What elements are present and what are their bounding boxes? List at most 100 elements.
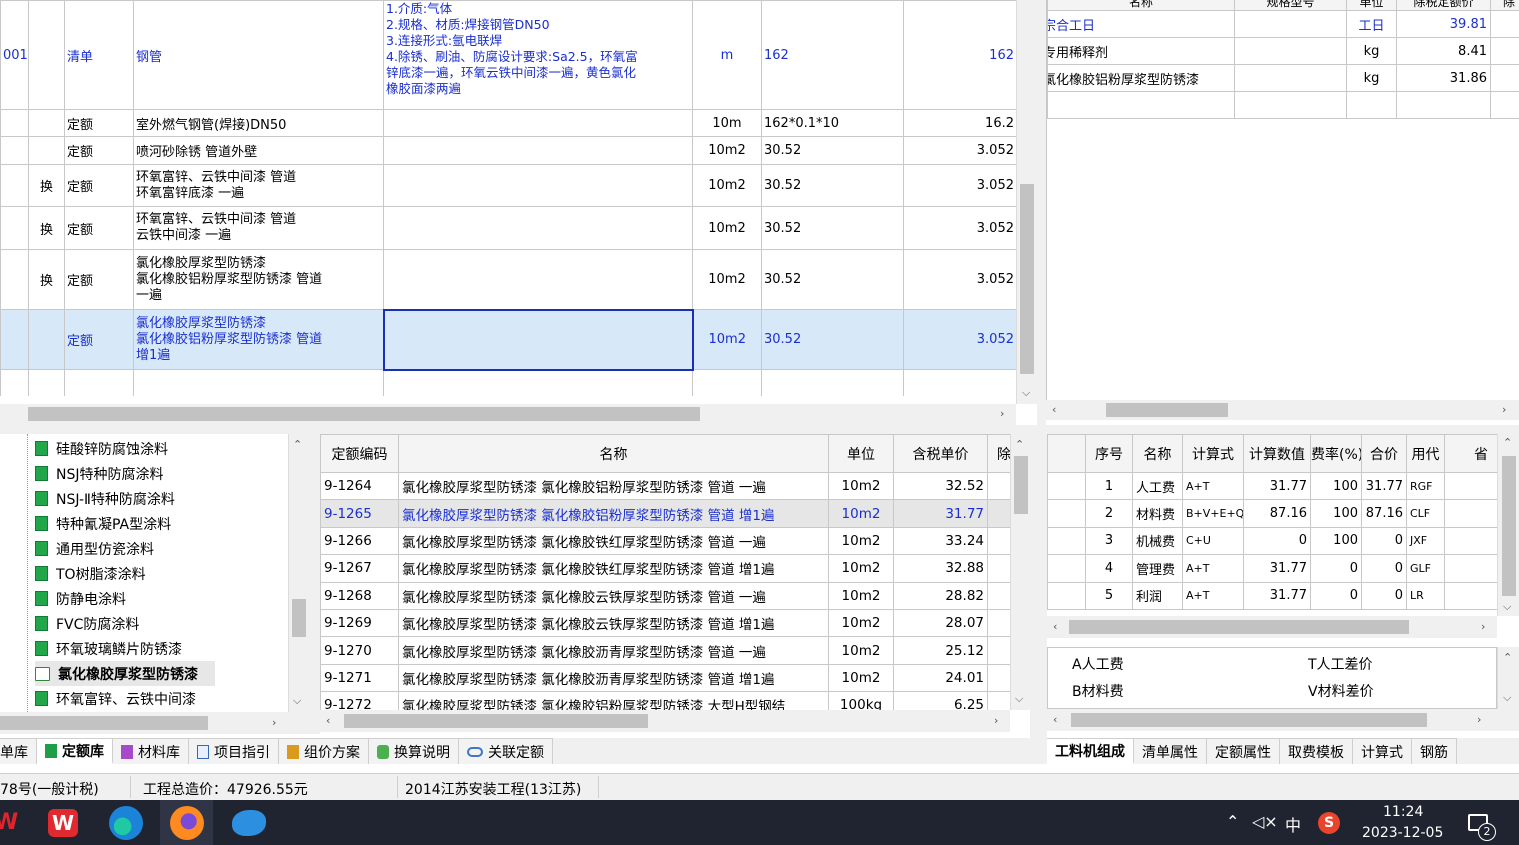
bill-row[interactable]: 定额 室外燃气钢管(焊接)DN50 10m 162*0.1*10 16.2 (0, 109, 1016, 137)
resource-name[interactable]: 宗合工日 (1047, 10, 1235, 38)
cost-total[interactable]: 0 (1361, 581, 1407, 610)
bill-features[interactable] (383, 109, 693, 137)
bill-mark[interactable]: 换 (28, 249, 65, 310)
tab-pricing-scheme[interactable]: 组价方案 (279, 738, 369, 764)
resource-price[interactable]: 8.41 (1396, 37, 1491, 65)
tab-fee-template[interactable]: 取费模板 (1280, 738, 1353, 764)
cost-code[interactable]: LR (1406, 581, 1445, 610)
cost-no[interactable]: 5 (1085, 581, 1133, 610)
quota-name[interactable]: 氯化橡胶厚浆型防锈漆 氯化橡胶铝粉厚浆型防锈漆 大型H型钢结 (398, 691, 829, 710)
col-header[interactable]: 除 (987, 434, 1010, 473)
quota-vscroll[interactable]: ⌃ ⌵ (1010, 434, 1030, 710)
chevron-right-icon[interactable]: › (1502, 403, 1506, 417)
tab-project-guide[interactable]: 项目指引 (189, 738, 279, 764)
bill-name[interactable]: 环氧富锌、云铁中间漆 管道 云铁中间漆 一遍 (133, 206, 384, 250)
bill-type[interactable]: 定额 (64, 109, 134, 137)
chevron-right-icon[interactable]: › (994, 714, 998, 728)
tab-material-library[interactable]: 材料库 (113, 738, 189, 764)
quota-price[interactable]: 31.77 (893, 499, 988, 528)
col-header[interactable]: 定额编码 (320, 434, 399, 473)
resource-spec[interactable] (1234, 10, 1347, 38)
splitter[interactable] (308, 434, 320, 734)
resource-row[interactable] (1047, 91, 1519, 119)
tree-item[interactable]: 通用型仿瓷涂料 (35, 536, 154, 561)
bill-type[interactable]: 定额 (64, 249, 134, 310)
bill-features-editor[interactable] (382, 308, 694, 371)
quota-code[interactable]: 9-1272 (320, 691, 399, 710)
cost-no[interactable]: 1 (1085, 471, 1133, 501)
wps-red-app-icon[interactable]: W (0, 810, 18, 836)
col-header[interactable]: 单位 (828, 434, 894, 473)
quota-name[interactable]: 氯化橡胶厚浆型防锈漆 氯化橡胶铁红厚浆型防锈漆 管道 增1遍 (398, 554, 829, 583)
cost-value[interactable]: 0 (1243, 526, 1311, 556)
resource-name[interactable]: 氯化橡胶铝粉厚浆型防锈漆 (1047, 64, 1235, 92)
quota-price[interactable]: 28.82 (893, 581, 988, 610)
quota-unit[interactable]: 100kg (828, 691, 894, 710)
bill-type[interactable]: 定额 (64, 164, 134, 207)
resource-price[interactable]: 39.81 (1396, 10, 1491, 38)
resource-row[interactable]: 宗合工日 工日 39.81 (1047, 10, 1519, 38)
chevron-left-icon[interactable]: ‹ (326, 714, 330, 728)
col-header[interactable]: 计算式 (1182, 434, 1244, 473)
cost-formula[interactable]: A+T (1182, 554, 1244, 583)
bill-code[interactable]: 001 (0, 0, 29, 110)
bill-name[interactable]: 环氧富锌、云铁中间漆 管道 环氧富锌底漆 一遍 (133, 164, 384, 207)
wps-office-icon[interactable]: W (48, 809, 78, 837)
col-header[interactable]: 除税定额价 (1396, 0, 1491, 11)
cost-formula[interactable]: A+T (1182, 471, 1244, 501)
bill-row-selected[interactable]: 定额 氯化橡胶厚浆型防锈漆 氯化橡胶铝粉厚浆型防锈漆 管道 增1遍 10m2 3… (0, 308, 1016, 371)
quota-code[interactable]: 9-1268 (320, 581, 399, 610)
clock-date[interactable]: 2023-12-05 (1362, 825, 1443, 841)
resource-hscroll[interactable]: ‹ › (1046, 400, 1519, 420)
bill-row[interactable]: 定额 喷河砂除锈 管道外壁 10m2 30.52 3.052 (0, 136, 1016, 165)
splitter[interactable] (0, 425, 1519, 434)
chevron-down-icon[interactable]: ⌵ (1022, 386, 1030, 400)
dolphin-app-icon[interactable] (232, 810, 266, 836)
tree-item-selected[interactable]: 氯化橡胶厚浆型防锈漆 (35, 661, 215, 686)
bill-unit[interactable]: 10m2 (692, 309, 762, 370)
cost-rate[interactable]: 0 (1310, 554, 1362, 583)
chevron-up-icon[interactable]: ⌃ (1015, 438, 1024, 452)
cost-value[interactable]: 31.77 (1243, 581, 1311, 610)
scroll-thumb[interactable] (1069, 620, 1409, 634)
quota-code[interactable]: 9-1265 (320, 499, 399, 528)
sogou-ime-icon[interactable]: S (1318, 812, 1340, 834)
quota-unit[interactable]: 10m2 (828, 526, 894, 556)
bill-grid-hscroll[interactable]: › (0, 404, 1016, 425)
quota-row[interactable]: 9-1267 氯化橡胶厚浆型防锈漆 氯化橡胶铁红厚浆型防锈漆 管道 增1遍 10m2… (320, 554, 1010, 583)
bill-features[interactable]: 1.介质:气体 2.规格、材质:焊接钢管DN50 3.连接形式:氩电联焊 4.除… (383, 0, 693, 110)
cost-code[interactable]: RGF (1406, 471, 1445, 501)
col-header[interactable]: 规格型号 (1234, 0, 1347, 11)
chevron-up-icon[interactable]: ⌃ (293, 438, 302, 452)
quota-price[interactable]: 32.88 (893, 554, 988, 583)
quota-row[interactable]: 9-1271 氯化橡胶厚浆型防锈漆 氯化橡胶沥青厚浆型防锈漆 管道 增1遍 10m2… (320, 663, 1010, 693)
chevron-right-icon[interactable]: › (1000, 407, 1004, 421)
chevron-down-icon[interactable]: ⌵ (293, 694, 301, 708)
cost-hscroll[interactable]: ‹ › (1047, 616, 1497, 638)
chevron-down-icon[interactable]: ⌵ (1015, 692, 1023, 706)
quota-row[interactable]: 9-1264 氯化橡胶厚浆型防锈漆 氯化橡胶铝粉厚浆型防锈漆 管道 一遍 10m2 3… (320, 471, 1010, 501)
legend-hscroll[interactable]: ‹ › (1047, 709, 1519, 731)
col-header[interactable]: 序号 (1085, 434, 1133, 473)
tab-quota-library[interactable]: 定额库 (37, 738, 113, 764)
bill-name[interactable]: 钢管 (133, 0, 384, 110)
bill-row[interactable] (0, 369, 1016, 396)
quota-code[interactable]: 9-1271 (320, 663, 399, 693)
col-header[interactable]: 计算数值 (1243, 434, 1311, 473)
bill-row[interactable]: 换 定额 环氧富锌、云铁中间漆 管道 云铁中间漆 一遍 10m2 30.52 3… (0, 206, 1016, 250)
bill-unit[interactable]: 10m2 (692, 206, 762, 250)
chevron-right-icon[interactable]: › (272, 716, 276, 730)
tab-quota-properties[interactable]: 定额属性 (1207, 738, 1280, 764)
cost-value[interactable]: 31.77 (1243, 554, 1311, 583)
quota-row[interactable]: 9-1268 氯化橡胶厚浆型防锈漆 氯化橡胶云铁厚浆型防锈漆 管道 一遍 10m2 2… (320, 581, 1010, 610)
tree-item[interactable]: 环氧玻璃鳞片防锈漆 (35, 636, 182, 661)
tree-item[interactable]: NSJ特种防腐涂料 (35, 461, 164, 486)
quota-unit[interactable]: 10m2 (828, 581, 894, 610)
cost-name[interactable]: 人工费 (1132, 471, 1183, 501)
cost-value[interactable]: 31.77 (1243, 471, 1311, 501)
quota-unit[interactable]: 10m2 (828, 608, 894, 638)
cost-formula[interactable]: C+U (1182, 526, 1244, 556)
cost-row[interactable]: 3 机械费 C+U 0 100 0 JXF (1047, 526, 1497, 556)
tab-related-quota[interactable]: 关联定额 (459, 738, 553, 764)
chevron-down-icon[interactable]: ⌵ (1503, 600, 1511, 614)
